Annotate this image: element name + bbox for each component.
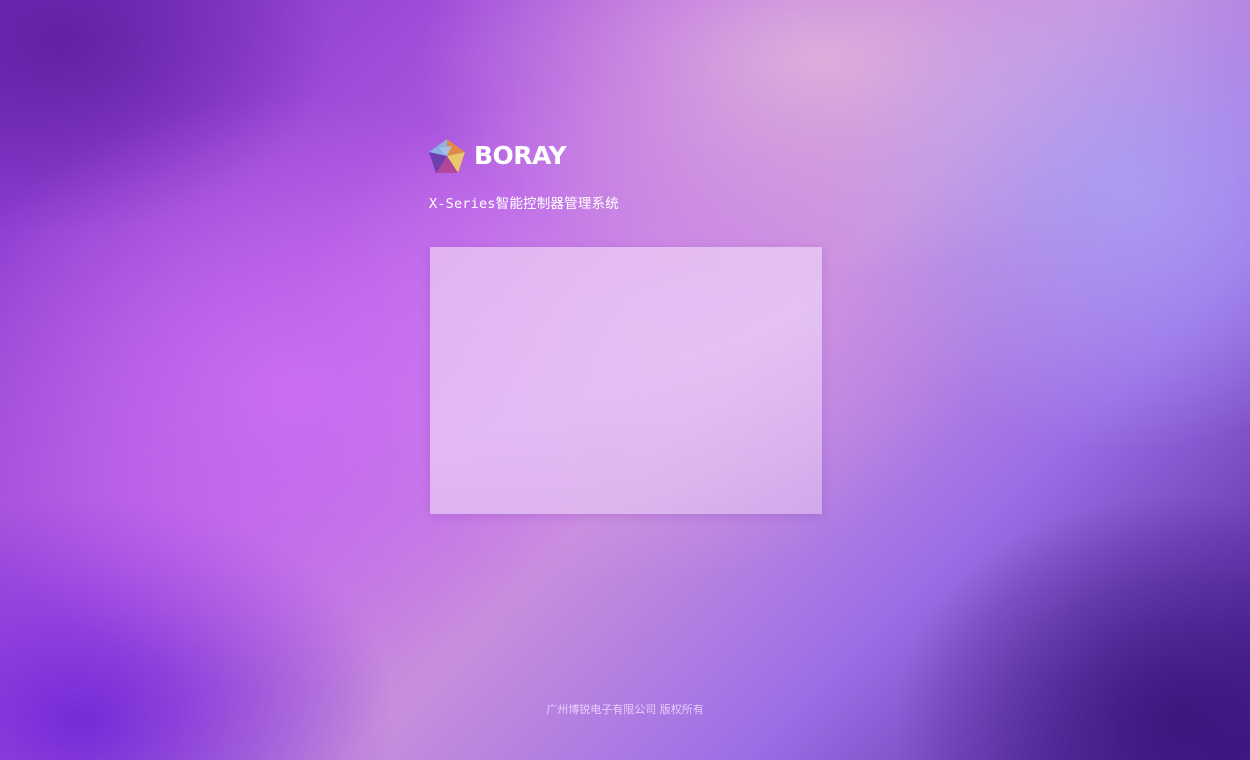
brand-header: BORAY <box>428 138 567 174</box>
pentagon-logo-icon <box>429 139 465 173</box>
copyright-footer: 广州博锐电子有限公司 版权所有 <box>546 703 704 716</box>
login-panel <box>430 247 822 514</box>
brand-logo-text: BORAY <box>474 141 567 170</box>
system-title: X-Series智能控制器管理系统 <box>429 196 619 212</box>
